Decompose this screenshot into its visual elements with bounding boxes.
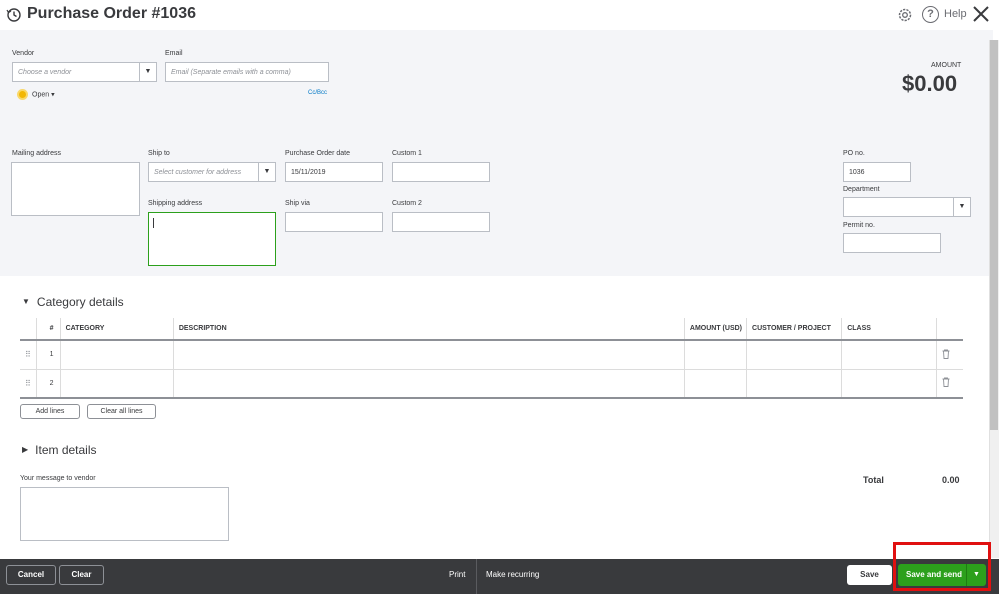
item-details-toggle[interactable]: ▶ Item details	[22, 443, 97, 457]
po-date-label: Purchase Order date	[285, 150, 350, 157]
department-select[interactable]: ▼	[843, 197, 971, 217]
history-icon[interactable]	[6, 7, 22, 23]
amount-cell[interactable]	[684, 340, 748, 370]
shipping-address-field[interactable]	[148, 212, 276, 266]
category-details-title: Category details	[36, 295, 124, 309]
custom1-label: Custom 1	[392, 150, 422, 157]
shipping-address-label: Shipping address	[148, 200, 203, 207]
cc-bcc-link[interactable]: Cc/Bcc	[308, 90, 327, 96]
customer-project-cell[interactable]	[746, 340, 843, 370]
category-table: # CATEGORY DESCRIPTION AMOUNT (USD) CUST…	[20, 318, 963, 399]
column-header-category: CATEGORY	[60, 318, 174, 341]
amount-label: AMOUNT	[931, 62, 962, 69]
column-header-number: #	[36, 318, 61, 341]
custom2-label: Custom 2	[392, 200, 422, 207]
email-field[interactable]: Email (Separate emails with a comma)	[165, 62, 329, 82]
highlight-box	[893, 542, 991, 591]
trash-icon[interactable]	[942, 349, 950, 359]
table-row[interactable]: ⠿ 2	[20, 369, 963, 399]
row-number: 2	[36, 369, 61, 399]
mailing-address-label: Mailing address	[12, 150, 62, 157]
amount-cell[interactable]	[684, 369, 748, 399]
triangle-down-icon: ▼	[22, 297, 30, 306]
text-cursor	[153, 218, 154, 228]
po-no-field[interactable]: 1036	[843, 162, 911, 182]
status-label: Open	[32, 91, 50, 99]
column-header-drag	[20, 318, 37, 341]
total-value: 0.00	[942, 475, 960, 485]
print-button[interactable]: Print	[449, 570, 465, 579]
trash-icon[interactable]	[942, 377, 950, 388]
ship-to-placeholder: Select customer for address	[154, 169, 242, 176]
cancel-button[interactable]: Cancel	[6, 565, 56, 585]
delete-row-cell[interactable]	[936, 340, 963, 370]
permit-no-label: Permit no.	[843, 222, 875, 229]
vendor-placeholder: Choose a vendor	[18, 69, 72, 76]
ship-to-label: Ship to	[148, 150, 170, 157]
po-no-label: PO no.	[843, 150, 865, 157]
permit-no-field[interactable]	[843, 233, 941, 253]
mailing-address-field[interactable]	[11, 162, 140, 216]
help-icon[interactable]: ?	[922, 6, 939, 23]
footer-divider	[476, 559, 477, 594]
column-header-customer-project: CUSTOMER / PROJECT	[746, 318, 843, 341]
email-placeholder: Email (Separate emails with a comma)	[171, 69, 291, 76]
table-row[interactable]: ⠿ 1	[20, 340, 963, 370]
purchase-order-page: Purchase Order #1036 ? Help Vendor Choos…	[0, 0, 999, 594]
save-button[interactable]: Save	[847, 565, 892, 585]
gear-icon[interactable]	[896, 6, 914, 24]
vendor-label: Vendor	[12, 50, 35, 57]
column-header-actions	[936, 318, 963, 341]
clear-button[interactable]: Clear	[59, 565, 104, 585]
custom2-field[interactable]	[392, 212, 490, 232]
page-title: Purchase Order #1036	[27, 5, 196, 22]
help-link[interactable]: Help	[944, 8, 967, 20]
vendor-message-field[interactable]	[20, 487, 229, 541]
vendor-message-label: Your message to vendor	[20, 475, 96, 482]
column-header-description: DESCRIPTION	[173, 318, 685, 341]
column-header-amount: AMOUNT (USD)	[684, 318, 748, 341]
chevron-down-icon[interactable]: ▼	[953, 198, 970, 216]
column-header-class: CLASS	[841, 318, 938, 341]
scrollbar-thumb[interactable]	[990, 40, 998, 430]
page-header: Purchase Order #1036 ? Help	[0, 0, 999, 30]
footer-bar: Cancel Clear Print Make recurring Save S…	[0, 559, 999, 594]
po-date-value: 15/11/2019	[291, 169, 326, 176]
category-cell[interactable]	[60, 340, 174, 370]
email-label: Email	[165, 50, 183, 57]
drag-handle-icon[interactable]: ⠿	[20, 369, 37, 399]
close-icon[interactable]	[972, 5, 990, 23]
triangle-right-icon: ▶	[22, 445, 29, 454]
customer-project-cell[interactable]	[746, 369, 843, 399]
status-icon	[17, 89, 28, 100]
po-no-value: 1036	[849, 169, 865, 176]
chevron-down-icon[interactable]: ▼	[139, 63, 156, 81]
description-cell[interactable]	[173, 369, 685, 399]
caret-down-icon: ▾	[51, 91, 55, 99]
amount-value: $0.00	[902, 71, 958, 96]
category-cell[interactable]	[60, 369, 174, 399]
item-details-title: Item details	[35, 443, 97, 457]
drag-handle-icon[interactable]: ⠿	[20, 340, 37, 370]
description-cell[interactable]	[173, 340, 685, 370]
category-details-toggle[interactable]: ▼ Category details	[22, 295, 124, 309]
po-date-field[interactable]: 15/11/2019	[285, 162, 383, 182]
delete-row-cell[interactable]	[936, 369, 963, 399]
class-cell[interactable]	[841, 369, 938, 399]
department-label: Department	[843, 186, 880, 193]
custom1-field[interactable]	[392, 162, 490, 182]
class-cell[interactable]	[841, 340, 938, 370]
clear-all-lines-button[interactable]: Clear all lines	[87, 404, 156, 419]
vendor-select[interactable]: Choose a vendor ▼	[12, 62, 157, 82]
status-dropdown[interactable]: Open ▾	[17, 89, 55, 100]
add-lines-button[interactable]: Add lines	[20, 404, 80, 419]
make-recurring-button[interactable]: Make recurring	[486, 570, 539, 579]
chevron-down-icon[interactable]: ▼	[258, 163, 275, 181]
ship-via-field[interactable]	[285, 212, 383, 232]
total-label: Total	[863, 475, 884, 485]
ship-via-label: Ship via	[285, 200, 310, 207]
ship-to-select[interactable]: Select customer for address ▼	[148, 162, 276, 182]
row-number: 1	[36, 340, 61, 370]
table-header-row: # CATEGORY DESCRIPTION AMOUNT (USD) CUST…	[20, 318, 963, 341]
